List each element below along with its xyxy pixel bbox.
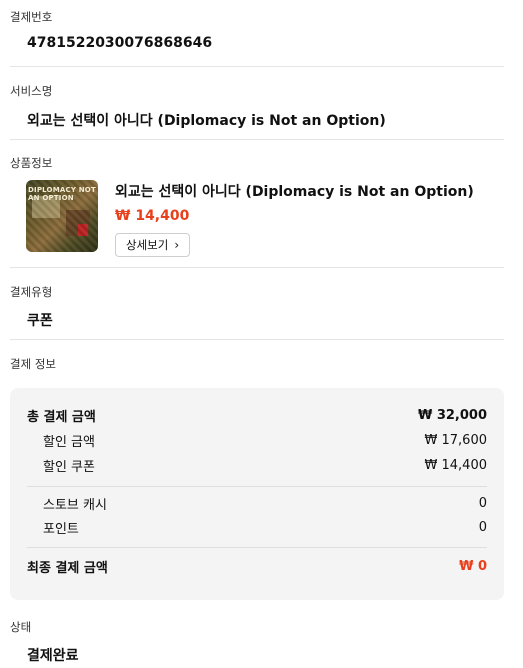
payment-type-section: 결제유형 쿠폰 xyxy=(10,268,504,340)
store-cash-row: 스토브 캐시 0 xyxy=(27,491,487,515)
payment-info-section: 결제 정보 총 결제 금액 ₩ 32,000 할인 금액 ₩ 17,600 할인… xyxy=(10,340,504,600)
chevron-right-icon: › xyxy=(174,238,180,252)
product-price: ₩ 14,400 xyxy=(115,208,190,224)
discount-coupon-label: 할인 쿠폰 xyxy=(43,460,95,475)
discount-amount-value: ₩ 17,600 xyxy=(424,433,487,448)
final-amount-value: ₩ 0 xyxy=(459,558,487,574)
product-info-section: 상품정보 DIPLOMACY NOT AN OPTION 외교는 선택이 아니다… xyxy=(10,140,504,268)
discount-coupon-value: ₩ 14,400 xyxy=(424,458,487,473)
product-card: DIPLOMACY NOT AN OPTION 외교는 선택이 아니다 (Dip… xyxy=(10,180,504,257)
thumbnail-logo-text: DIPLOMACY NOT AN OPTION xyxy=(28,186,96,202)
order-number-value: 4781522030076868646 xyxy=(27,35,213,51)
points-row: 포인트 0 xyxy=(27,515,487,539)
final-amount-label: 최종 결제 금액 xyxy=(27,560,108,576)
service-name-label: 서비스명 xyxy=(10,84,53,98)
payment-info-label: 결제 정보 xyxy=(10,357,56,371)
points-value: 0 xyxy=(478,519,487,535)
order-number-label: 결제번호 xyxy=(10,10,53,24)
total-amount-label: 총 결제 금액 xyxy=(27,409,96,425)
payment-type-label: 결제유형 xyxy=(10,285,53,299)
status-label: 상태 xyxy=(10,620,32,634)
discount-amount-label: 할인 금액 xyxy=(43,435,95,450)
payment-type-value: 쿠폰 xyxy=(27,313,53,329)
status-value: 결제완료 xyxy=(27,648,79,664)
final-amount-row: 최종 결제 금액 ₩ 0 xyxy=(27,552,487,580)
product-title: 외교는 선택이 아니다 (Diplomacy is Not an Option) xyxy=(115,184,474,200)
product-thumbnail: DIPLOMACY NOT AN OPTION xyxy=(26,180,98,252)
payment-detail-page: 결제번호 4781522030076868646 서비스명 외교는 선택이 아니… xyxy=(0,0,523,668)
product-details: 외교는 선택이 아니다 (Diplomacy is Not an Option)… xyxy=(115,180,474,257)
payment-summary-box: 총 결제 금액 ₩ 32,000 할인 금액 ₩ 17,600 할인 쿠폰 ₩ … xyxy=(10,388,504,600)
service-name-value: 외교는 선택이 아니다 (Diplomacy is Not an Option) xyxy=(27,113,386,129)
store-cash-value: 0 xyxy=(478,495,487,511)
discount-coupon-row: 할인 쿠폰 ₩ 14,400 xyxy=(27,453,487,478)
points-label: 포인트 xyxy=(43,521,79,537)
total-amount-row: 총 결제 금액 ₩ 32,000 xyxy=(27,402,487,428)
status-section: 상태 결제완료 xyxy=(10,600,504,665)
discount-amount-row: 할인 금액 ₩ 17,600 xyxy=(27,428,487,453)
total-amount-value: ₩ 32,000 xyxy=(417,407,487,423)
store-cash-label: 스토브 캐시 xyxy=(43,497,107,513)
view-details-label: 상세보기 xyxy=(126,238,169,252)
view-details-button[interactable]: 상세보기 › xyxy=(115,233,191,257)
summary-divider xyxy=(27,547,487,548)
product-info-label: 상품정보 xyxy=(10,156,53,170)
order-number-section: 결제번호 4781522030076868646 xyxy=(10,0,504,67)
service-name-section: 서비스명 외교는 선택이 아니다 (Diplomacy is Not an Op… xyxy=(10,67,504,140)
summary-divider xyxy=(27,486,487,487)
